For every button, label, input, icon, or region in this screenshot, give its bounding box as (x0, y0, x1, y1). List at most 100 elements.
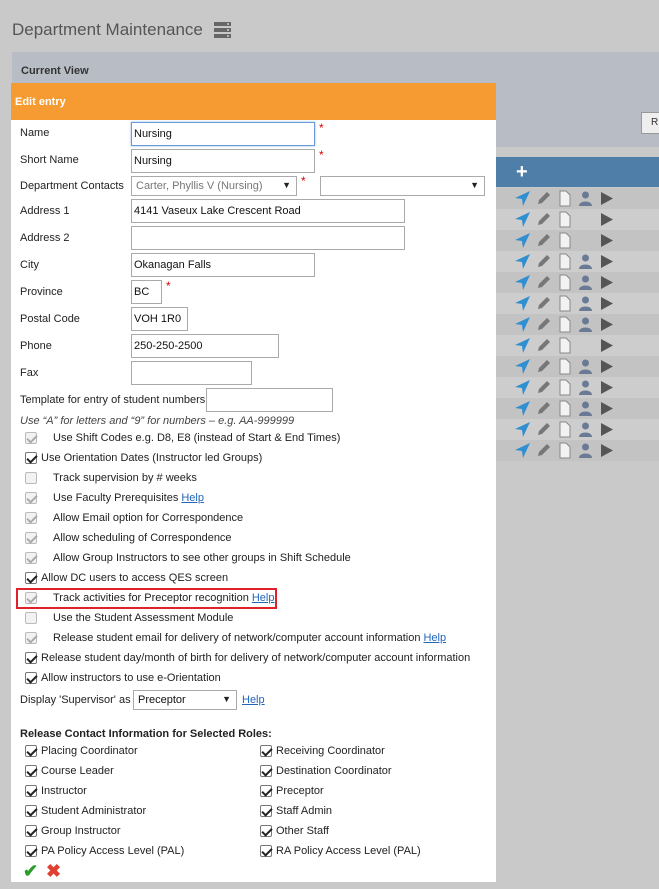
document-icon[interactable] (556, 442, 573, 459)
location-arrow-icon[interactable] (514, 379, 531, 396)
option-row[interactable]: Allow scheduling of Correspondence (25, 532, 232, 544)
user-icon[interactable] (577, 274, 594, 291)
option-row[interactable]: Release student day/month of birth for d… (25, 652, 470, 664)
location-arrow-icon[interactable] (514, 358, 531, 375)
document-icon[interactable] (556, 295, 573, 312)
user-icon[interactable] (577, 442, 594, 459)
help-link[interactable]: Help (181, 492, 204, 504)
document-icon[interactable] (556, 379, 573, 396)
user-icon[interactable] (577, 400, 594, 417)
location-arrow-icon[interactable] (514, 337, 531, 354)
role-checkbox[interactable] (260, 805, 272, 817)
city-input[interactable]: Okanagan Falls (131, 253, 315, 277)
pencil-icon[interactable] (535, 379, 552, 396)
department-contacts-select[interactable]: Carter, Phyllis V (Nursing) ▼ (131, 176, 297, 196)
role-checkbox[interactable] (260, 745, 272, 757)
role-row[interactable]: Other Staff (260, 825, 329, 837)
template-input[interactable] (206, 388, 333, 412)
user-icon[interactable] (577, 295, 594, 312)
location-arrow-icon[interactable] (514, 400, 531, 417)
user-icon[interactable] (577, 316, 594, 333)
role-row[interactable]: Receiving Coordinator (260, 745, 385, 757)
role-row[interactable]: Preceptor (260, 785, 324, 797)
role-row[interactable]: RA Policy Access Level (PAL) (260, 845, 421, 857)
role-checkbox[interactable] (25, 785, 37, 797)
option-row[interactable]: Use Orientation Dates (Instructor led Gr… (25, 452, 262, 464)
role-row[interactable]: Course Leader (25, 765, 114, 777)
location-arrow-icon[interactable] (514, 421, 531, 438)
role-row[interactable]: Staff Admin (260, 805, 332, 817)
document-icon[interactable] (556, 190, 573, 207)
option-checkbox[interactable] (25, 612, 37, 624)
document-icon[interactable] (556, 253, 573, 270)
pencil-icon[interactable] (535, 295, 552, 312)
play-icon[interactable] (598, 379, 615, 396)
play-icon[interactable] (598, 295, 615, 312)
play-icon[interactable] (598, 316, 615, 333)
option-checkbox[interactable] (25, 652, 37, 664)
close-icon[interactable]: ✖ (46, 861, 61, 882)
play-icon[interactable] (598, 337, 615, 354)
option-row[interactable]: Use Shift Codes e.g. D8, E8 (instead of … (25, 432, 340, 444)
province-input[interactable]: BC (131, 280, 162, 304)
supervisor-help-link[interactable]: Help (242, 694, 265, 706)
server-icon[interactable] (213, 21, 232, 39)
option-checkbox[interactable] (25, 532, 37, 544)
address2-input[interactable] (131, 226, 405, 250)
document-icon[interactable] (556, 274, 573, 291)
option-row[interactable]: Track supervision by # weeks (25, 472, 197, 484)
option-checkbox[interactable] (25, 552, 37, 564)
short-name-input[interactable]: Nursing (131, 149, 315, 173)
role-checkbox[interactable] (260, 845, 272, 857)
pencil-icon[interactable] (535, 232, 552, 249)
location-arrow-icon[interactable] (514, 190, 531, 207)
document-icon[interactable] (556, 421, 573, 438)
user-icon[interactable] (577, 253, 594, 270)
location-arrow-icon[interactable] (514, 211, 531, 228)
location-arrow-icon[interactable] (514, 442, 531, 459)
option-checkbox[interactable] (25, 432, 37, 444)
option-row[interactable]: Allow Group Instructors to see other gro… (25, 552, 351, 564)
option-row[interactable]: Release student email for delivery of ne… (25, 632, 446, 644)
option-checkbox[interactable] (25, 472, 37, 484)
check-icon[interactable]: ✔ (23, 861, 38, 882)
option-checkbox[interactable] (25, 672, 37, 684)
role-row[interactable]: PA Policy Access Level (PAL) (25, 845, 184, 857)
pencil-icon[interactable] (535, 316, 552, 333)
pencil-icon[interactable] (535, 442, 552, 459)
option-checkbox[interactable] (25, 632, 37, 644)
pencil-icon[interactable] (535, 211, 552, 228)
phone-input[interactable]: 250-250-2500 (131, 334, 279, 358)
option-checkbox[interactable] (25, 492, 37, 504)
play-icon[interactable] (598, 232, 615, 249)
play-icon[interactable] (598, 253, 615, 270)
document-icon[interactable] (556, 232, 573, 249)
plus-icon[interactable]: + (516, 161, 528, 184)
role-row[interactable]: Student Administrator (25, 805, 146, 817)
supervisor-select[interactable]: Preceptor ▼ (133, 690, 237, 710)
refresh-button[interactable]: R (641, 112, 659, 134)
location-arrow-icon[interactable] (514, 253, 531, 270)
option-row[interactable]: Use Faculty Prerequisites Help (25, 492, 204, 504)
document-icon[interactable] (556, 211, 573, 228)
document-icon[interactable] (556, 400, 573, 417)
option-checkbox[interactable] (25, 512, 37, 524)
user-icon[interactable] (577, 379, 594, 396)
location-arrow-icon[interactable] (514, 232, 531, 249)
pencil-icon[interactable] (535, 421, 552, 438)
role-row[interactable]: Instructor (25, 785, 87, 797)
role-checkbox[interactable] (260, 785, 272, 797)
role-row[interactable]: Group Instructor (25, 825, 120, 837)
document-icon[interactable] (556, 316, 573, 333)
fax-input[interactable] (131, 361, 252, 385)
play-icon[interactable] (598, 442, 615, 459)
play-icon[interactable] (598, 358, 615, 375)
document-icon[interactable] (556, 337, 573, 354)
name-input[interactable]: Nursing (131, 122, 315, 146)
role-checkbox[interactable] (25, 825, 37, 837)
role-row[interactable]: Destination Coordinator (260, 765, 392, 777)
role-checkbox[interactable] (25, 805, 37, 817)
role-checkbox[interactable] (25, 745, 37, 757)
option-row[interactable]: Allow instructors to use e-Orientation (25, 672, 221, 684)
play-icon[interactable] (598, 421, 615, 438)
